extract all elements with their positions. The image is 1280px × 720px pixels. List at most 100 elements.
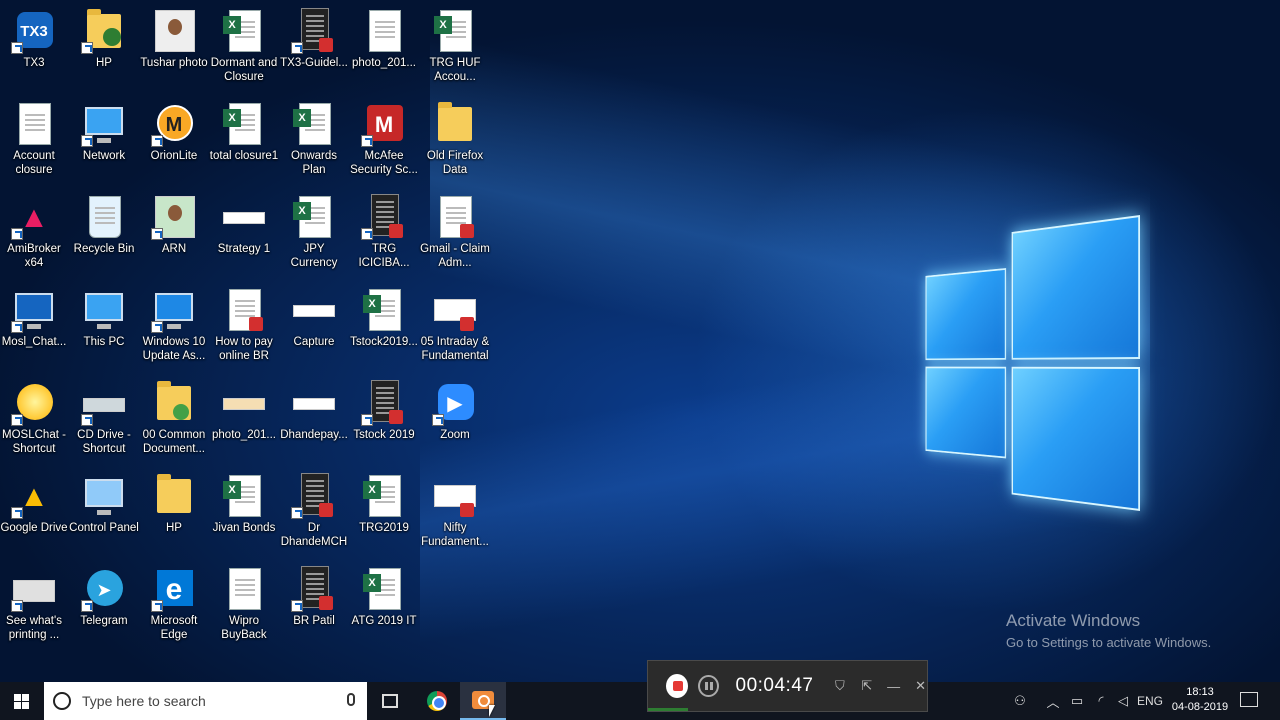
desktop-icon-label: Zoom [440,429,470,441]
desktop-icon[interactable]: X Jivan Bonds [209,469,279,559]
desktop-icon[interactable]: Capture [279,283,349,373]
desktop-icon[interactable]: photo_201... [209,376,279,466]
expand-icon[interactable]: ⇱ [860,678,873,694]
taskbar-chrome[interactable] [414,682,460,720]
pause-record-button[interactable] [698,675,719,697]
desktop-icon[interactable]: Tushar photo [139,4,209,94]
desktop-icon[interactable]: See what's printing ... [0,562,69,652]
desktop-icon-label: HP [166,522,182,534]
desktop-icon[interactable]: How to pay online BR [209,283,279,373]
task-view-button[interactable] [367,682,413,720]
desktop-icon[interactable]: M OrionLite [139,97,209,187]
taskbar-search-box[interactable]: Type here to search [44,682,367,720]
desktop-icon-label: photo_201... [352,57,416,69]
start-button[interactable] [0,682,44,720]
desktop-icon[interactable]: Tstock 2019 [349,376,419,466]
dark-pdf-icon [291,473,337,519]
desktop-icon[interactable]: X TRG2019 [349,469,419,559]
desktop-icon[interactable]: ➤ Telegram [69,562,139,652]
desktop-icon[interactable]: CD Drive - Shortcut [69,376,139,466]
show-hidden-icons-chevron-icon[interactable]: ︿ [1042,682,1064,720]
mosl-icon [11,287,57,333]
desktop-icon[interactable]: TX3 TX3 [0,4,69,94]
strip-icon [291,380,337,426]
activate-windows-watermark: Activate Windows Go to Settings to activ… [1006,611,1211,650]
desktop-icon[interactable]: Gmail - Claim Adm... [420,190,490,280]
desktop-icon[interactable]: X Onwards Plan [279,97,349,187]
volume-icon[interactable]: ◁ [1112,682,1134,720]
desktop-icon[interactable]: X Dormant and Closure [209,4,279,94]
desktop-icon[interactable]: 00 Common Document... [139,376,209,466]
strip-tan-icon [221,380,267,426]
screen-recorder-bar: 00:04:47 ⛉ ⇱ — ✕ [647,660,928,712]
microphone-icon[interactable] [347,693,355,706]
desktop-icon[interactable]: Old Firefox Data [420,97,490,187]
desktop-icon[interactable]: X Tstock2019... [349,283,419,373]
edge-icon: e [151,566,197,612]
desktop-icon[interactable]: TRG ICICIBA... [349,190,419,280]
desktop-icon[interactable]: ▲ AmiBroker x64 [0,190,69,280]
desktop-icon[interactable]: ▶ Zoom [420,376,490,466]
desktop-icon[interactable]: ARN [139,190,209,280]
desktop-icon-label: Google Drive [0,522,68,534]
desktop-icon[interactable]: Network [69,97,139,187]
desktop-icon[interactable]: photo_201... [349,4,419,94]
stop-record-button[interactable] [666,674,689,698]
desktop-icon[interactable]: HP [69,4,139,94]
desktop-icon-label: McAfee Security Sc... [350,150,418,176]
desktop-icon[interactable]: Control Panel [69,469,139,559]
desktop-icon-label: CD Drive - Shortcut [77,429,131,455]
task-view-icon [382,694,398,708]
desktop-icon[interactable]: X ATG 2019 IT [349,562,419,652]
desktop-icon[interactable]: X JPY Currency [279,190,349,280]
desktop-icon[interactable]: BR Patil [279,562,349,652]
desktop-icon[interactable]: Dr DhandeMCH [279,469,349,559]
desktop-icon[interactable]: HP [139,469,209,559]
minimize-icon[interactable]: — [887,679,900,694]
desktop-icon[interactable]: e Microsoft Edge [139,562,209,652]
desktop-icon[interactable]: Strategy 1 [209,190,279,280]
wifi-icon[interactable]: ◜ [1090,682,1112,720]
folder-user-icon [81,8,127,54]
chrome-icon [427,691,447,711]
close-icon[interactable]: ✕ [914,678,927,694]
excel-icon: X [361,566,407,612]
desktop-icon[interactable]: Wipro BuyBack [209,562,279,652]
record-progress [648,708,688,711]
desktop-icon[interactable]: M McAfee Security Sc... [349,97,419,187]
desktop-icon[interactable]: Windows 10 Update As... [139,283,209,373]
excel-icon: X [361,473,407,519]
taskbar-recorder-app[interactable] [460,682,506,720]
desktop-icon-label: Dr DhandeMCH [280,522,348,548]
desktop-icon-label: Onwards Plan [290,150,338,176]
doc-pdf-icon [432,194,478,240]
taskbar-clock[interactable]: 18:13 04-08-2019 [1170,685,1230,715]
desktop-icon[interactable]: Recycle Bin [69,190,139,280]
desktop-background: TX3 TX3 HP Tushar photo X Dormant and Closure… [0,0,1280,682]
people-icon[interactable]: ⚇ [1008,682,1032,720]
desktop-icon[interactable]: Xtotal closure1 [209,97,279,187]
desktop-icon[interactable]: ▲ Google Drive [0,469,69,559]
desktop-icon[interactable]: Account closure [0,97,69,187]
desktop-icon-label: Dormant and Closure [210,57,278,83]
clock-time: 18:13 [1186,686,1214,698]
orion-icon: M [151,101,197,147]
battery-icon[interactable]: ▭ [1066,682,1088,720]
activate-title: Activate Windows [1006,611,1141,630]
desktop-icon[interactable]: Mosl_Chat... [0,283,69,373]
desktop-icon[interactable]: 05 Intraday & Fundamental [420,283,490,373]
desktop-icon[interactable]: Nifty Fundament... [420,469,490,559]
desktop-icon-label: See what's printing ... [6,615,62,641]
shield-icon[interactable]: ⛉ [833,678,846,694]
desktop-icon[interactable]: This PC [69,283,139,373]
action-center-icon[interactable] [1240,692,1258,707]
desktop-icon[interactable]: TX3-Guidel... [279,4,349,94]
desktop-icon[interactable]: X TRG HUF Accou... [420,4,490,94]
desktop-icon[interactable]: Dhandepay... [279,376,349,466]
excel-icon: X [432,8,478,54]
desktop-icon-label: HP [96,57,112,69]
desktop-icon[interactable]: MOSLChat - Shortcut [0,376,69,466]
windows-logo-wallpaper [925,215,1140,515]
language-indicator[interactable]: ENG [1134,682,1166,720]
dark-pdf-icon [291,8,337,54]
